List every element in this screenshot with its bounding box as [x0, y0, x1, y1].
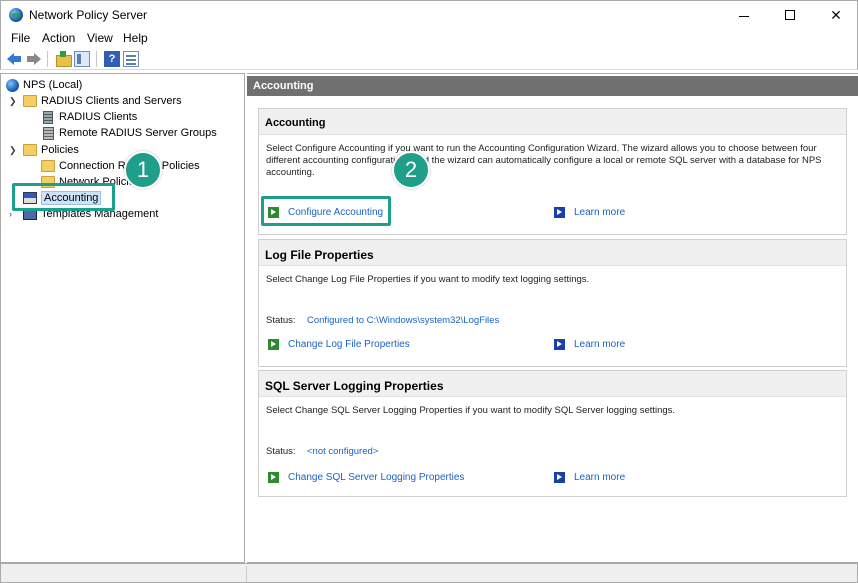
details-header: Accounting	[247, 76, 858, 96]
toolbar-separator	[96, 51, 97, 67]
callout-highlight-accounting	[12, 183, 115, 211]
section-title: Accounting	[259, 109, 846, 135]
status-bar-divider	[246, 566, 247, 582]
folder-icon	[23, 95, 37, 107]
tree-item-remote-radius-server-groups[interactable]: Remote RADIUS Server Groups	[41, 125, 217, 141]
forward-arrow-icon[interactable]	[25, 51, 41, 67]
menu-bar: File Action View Help	[0, 28, 858, 48]
menu-action[interactable]: Action	[42, 31, 75, 45]
status-label: Status:	[266, 446, 296, 457]
log-file-status-link[interactable]: Configured to C:\Windows\system32\LogFil…	[307, 315, 499, 326]
tree-item-policies[interactable]: Policies	[23, 142, 79, 158]
nps-app-icon	[9, 8, 23, 22]
learn-more-link[interactable]: Learn more	[554, 339, 625, 350]
toolbar-separator	[47, 51, 48, 67]
section-title: Log File Properties	[259, 240, 846, 266]
folder-icon	[23, 144, 37, 156]
section-description: Select Configure Accounting if you want …	[266, 143, 822, 178]
close-button[interactable]: ✕	[813, 1, 858, 29]
toolbar: ?	[0, 48, 858, 70]
learn-more-icon	[554, 472, 565, 483]
learn-more-link[interactable]: Learn more	[554, 472, 625, 483]
globe-icon	[6, 78, 19, 92]
tree-label: RADIUS Clients and Servers	[41, 95, 182, 107]
close-icon: ✕	[830, 6, 842, 23]
tree-label: NPS (Local)	[23, 79, 83, 91]
up-folder-icon[interactable]	[55, 51, 72, 67]
show-hide-tree-icon[interactable]	[74, 51, 90, 67]
properties-icon[interactable]	[123, 51, 139, 67]
title-bar: Network Policy Server ✕	[0, 0, 858, 28]
link-label: Learn more	[574, 207, 626, 218]
section-title: SQL Server Logging Properties	[259, 371, 846, 397]
sql-logging-section: SQL Server Logging Properties Select Cha…	[258, 370, 847, 497]
log-file-section: Log File Properties Select Change Log Fi…	[258, 239, 847, 367]
learn-more-icon	[554, 339, 565, 350]
go-arrow-icon	[268, 472, 279, 483]
back-arrow-icon[interactable]	[7, 51, 23, 67]
learn-more-link[interactable]: Learn more	[554, 207, 625, 218]
sql-status-link[interactable]: <not configured>	[307, 446, 378, 457]
chevron-down-icon[interactable]: ❯	[9, 96, 17, 107]
window-title: Network Policy Server	[29, 8, 148, 22]
chevron-right-icon[interactable]: ›	[9, 209, 12, 219]
folder-icon	[41, 160, 55, 172]
console-tree: NPS (Local) ❯ RADIUS Clients and Servers…	[0, 73, 245, 563]
link-label: Change Log File Properties	[288, 339, 410, 350]
tree-label: Remote RADIUS Server Groups	[59, 127, 217, 139]
status-label: Status:	[266, 315, 296, 326]
tree-label: Policies	[41, 144, 79, 156]
go-arrow-icon	[268, 339, 279, 350]
tree-item-radius-clients-and-servers[interactable]: RADIUS Clients and Servers	[23, 93, 182, 109]
link-label: Change SQL Server Logging Properties	[288, 472, 465, 483]
tree-item-nps-local[interactable]: NPS (Local)	[6, 77, 82, 93]
callout-highlight-configure-accounting	[261, 196, 391, 226]
tree-item-connection-request-policies[interactable]: Connection Request Policies	[41, 158, 200, 174]
minimize-button[interactable]	[721, 1, 767, 29]
status-bar	[0, 563, 858, 583]
help-icon[interactable]: ?	[104, 51, 120, 67]
menu-help[interactable]: Help	[123, 31, 148, 45]
link-label: Learn more	[574, 472, 626, 483]
menu-view[interactable]: View	[87, 31, 113, 45]
section-description: Select Change SQL Server Logging Propert…	[266, 405, 676, 416]
learn-more-icon	[554, 207, 565, 218]
maximize-icon	[785, 10, 795, 20]
server-icon	[43, 110, 53, 124]
maximize-button[interactable]	[767, 1, 813, 29]
chevron-down-icon[interactable]: ❯	[9, 145, 17, 156]
change-sql-logging-properties-link[interactable]: Change SQL Server Logging Properties	[268, 472, 464, 483]
menu-file[interactable]: File	[11, 31, 30, 45]
tree-item-radius-clients[interactable]: RADIUS Clients	[41, 109, 137, 125]
tree-label: RADIUS Clients	[59, 111, 138, 123]
callout-number-1: 1	[124, 151, 162, 189]
change-log-file-properties-link[interactable]: Change Log File Properties	[268, 339, 410, 350]
server-group-icon	[43, 126, 54, 140]
minimize-icon	[739, 15, 749, 17]
link-label: Learn more	[574, 339, 626, 350]
details-pane: Accounting Accounting Select Configure A…	[247, 73, 858, 563]
callout-number-2: 2	[392, 151, 430, 189]
section-description: Select Change Log File Properties if you…	[266, 274, 590, 285]
